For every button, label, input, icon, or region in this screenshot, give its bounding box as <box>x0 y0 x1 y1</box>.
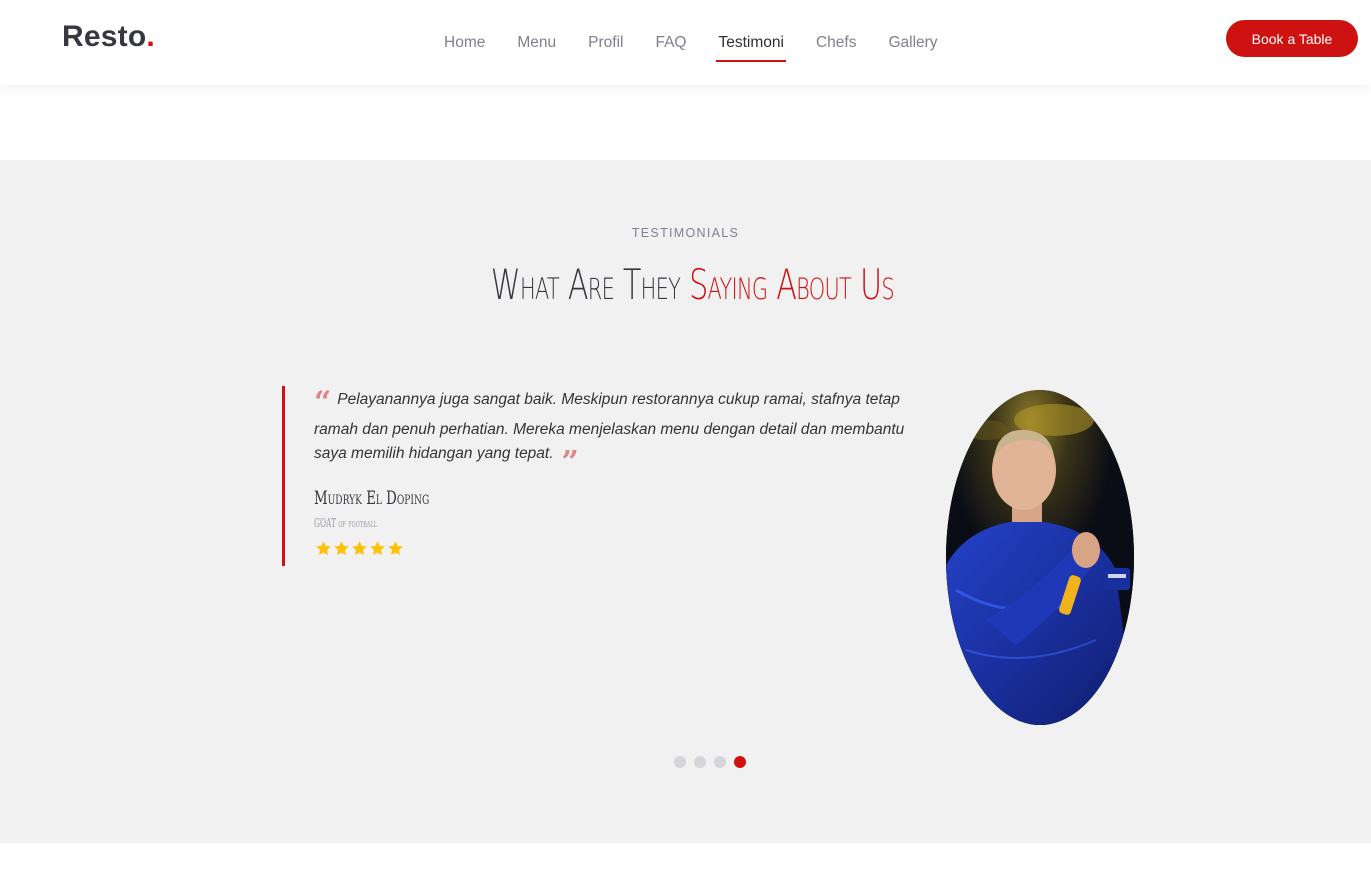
testimonial-card: “Pelayanannya juga sangat baik. Meskipun… <box>282 386 922 566</box>
main-nav: Home Menu Profil FAQ Testimoni Chefs Gal… <box>428 0 954 85</box>
star-icon <box>333 540 350 557</box>
rating-stars <box>315 540 404 557</box>
star-icon <box>315 540 332 557</box>
author-name: Mudryk El Doping <box>314 487 430 509</box>
book-table-button[interactable]: Book a Table <box>1226 20 1358 57</box>
carousel-pagination <box>674 756 746 768</box>
section-label: Testimonials <box>631 226 740 240</box>
star-icon <box>369 540 386 557</box>
section-title-accent: Saying About Us <box>689 260 895 309</box>
quote-right-icon: ” <box>561 445 579 480</box>
logo[interactable]: Resto. <box>62 20 155 54</box>
nav-item-profil[interactable]: Profil <box>586 26 625 60</box>
carousel-dot-3[interactable] <box>714 756 726 768</box>
testimonial-quote: “Pelayanannya juga sangat baik. Meskipun… <box>314 388 922 478</box>
star-icon <box>351 540 368 557</box>
carousel-dot-4[interactable] <box>734 756 746 768</box>
testimonials-section: Testimonials What Are They Saying About … <box>0 160 1371 843</box>
nav-item-faq[interactable]: FAQ <box>653 26 688 60</box>
nav-item-gallery[interactable]: Gallery <box>886 26 939 60</box>
logo-dot: . <box>146 20 155 53</box>
testimonial-avatar <box>946 390 1134 725</box>
quote-left-icon: “ <box>314 385 332 420</box>
nav-item-chefs[interactable]: Chefs <box>814 26 859 60</box>
carousel-dot-1[interactable] <box>674 756 686 768</box>
quote-text: Pelayanannya juga sangat baik. Meskipun … <box>314 391 905 462</box>
section-title-main: What Are They <box>490 260 690 309</box>
section-title: What Are They Saying About Us <box>199 260 1186 309</box>
site-header: Resto. Home Menu Profil FAQ Testimoni Ch… <box>0 0 1371 85</box>
carousel-dot-2[interactable] <box>694 756 706 768</box>
author-role: GOAT of football <box>314 516 377 530</box>
logo-text: Resto <box>62 20 147 53</box>
nav-item-menu[interactable]: Menu <box>515 26 558 60</box>
star-icon <box>387 540 404 557</box>
nav-item-testimoni[interactable]: Testimoni <box>716 26 787 62</box>
avatar-illustration <box>946 390 1134 725</box>
nav-item-home[interactable]: Home <box>442 26 487 60</box>
